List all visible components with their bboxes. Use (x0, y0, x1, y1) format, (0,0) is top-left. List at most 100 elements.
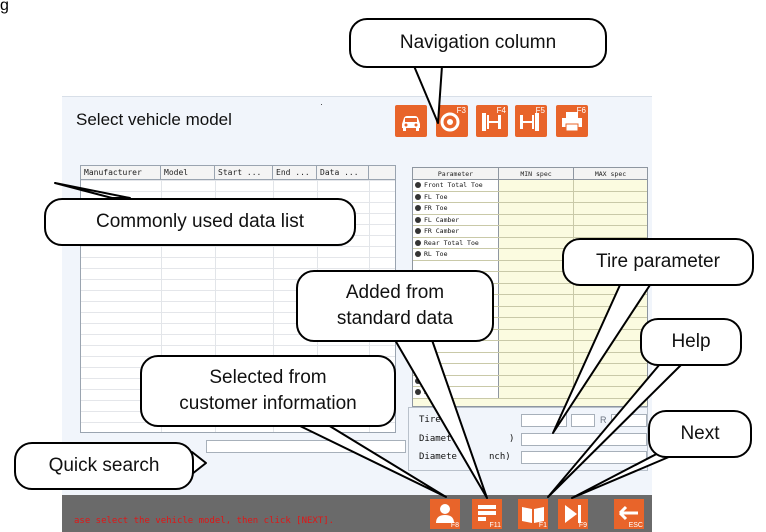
parameter-row[interactable]: Whe (413, 364, 647, 376)
next-button[interactable]: F9 (558, 499, 588, 529)
parameter-bullet-icon (415, 205, 421, 211)
max-spec-cell (574, 192, 647, 203)
max-spec-cell (574, 341, 647, 352)
callout-tire-parameter: Tire parameter (562, 238, 754, 286)
tire-label: Tire (419, 415, 441, 425)
title-dot: · (320, 99, 323, 109)
column-manufacturer[interactable]: Manufacturer (81, 166, 161, 180)
diameter-field-2[interactable] (521, 451, 647, 464)
callout-next: Next (648, 410, 752, 458)
parameter-label: Rear (424, 388, 440, 396)
top-text-fragment: g (0, 0, 9, 14)
min-spec-cell (499, 214, 574, 225)
car-icon (402, 116, 420, 131)
parameter-bullet-icon (415, 216, 421, 223)
callout-data-list: Commonly used data list (44, 198, 356, 246)
parameter-label: Ri (424, 353, 432, 362)
callout-customer-info: Selected from customer information (140, 355, 396, 427)
diameter-field-1[interactable] (521, 433, 647, 446)
parameter-name: FL Camber (413, 214, 499, 225)
parameter-name: Whe (413, 364, 499, 375)
max-spec-cell (574, 353, 647, 364)
min-spec-cell (499, 387, 574, 398)
parameter-row[interactable]: FL Camber (413, 214, 647, 226)
nav-wheel-button[interactable]: F3 (436, 105, 468, 137)
diameter-label-2: Diamete (419, 452, 457, 462)
parameter-row[interactable]: FL Toe (413, 191, 647, 203)
column-filler (369, 166, 395, 180)
min-spec-cell (499, 237, 574, 248)
parameter-row[interactable]: FR Toe (413, 203, 647, 215)
column-min-spec: MIN spec (499, 168, 574, 179)
parameter-row[interactable]: Fron (413, 375, 647, 387)
bottom-toolbar: ase select the vehicle model, then click… (62, 495, 652, 532)
parameter-name (413, 341, 499, 352)
parameter-row[interactable]: Rear (413, 387, 647, 399)
column-data[interactable]: Data ... (317, 166, 369, 180)
max-spec-cell (574, 226, 647, 237)
parameter-label: FR Toe (424, 204, 448, 212)
nav-vehicle-button[interactable] (395, 105, 427, 137)
column-end[interactable]: End ... (273, 166, 317, 180)
quick-search-input[interactable] (206, 440, 406, 453)
callout-quick-search: Quick search (14, 442, 194, 490)
nav-toe-button[interactable]: F4 (476, 105, 508, 137)
min-spec-cell (499, 283, 574, 294)
parameter-label: FL Toe (424, 192, 448, 201)
parameter-bullet-icon (415, 354, 421, 361)
nav-camber-fkey: F5 (535, 106, 545, 115)
help-button[interactable]: F1 (518, 499, 548, 529)
parameter-bullet-icon (415, 251, 421, 257)
min-spec-cell (499, 352, 574, 363)
min-spec-cell (499, 203, 574, 214)
column-parameter: Parameter (413, 168, 499, 179)
data-list-header: Manufacturer Model Start ... End ... Dat… (81, 166, 395, 180)
standard-data-fkey: F11 (489, 522, 501, 529)
min-spec-cell (499, 306, 574, 317)
min-spec-cell (499, 318, 574, 329)
parameter-row[interactable]: Ri (413, 352, 647, 364)
nav-camber-button[interactable]: F5 (515, 105, 547, 137)
parameter-name: FR Toe (413, 203, 499, 214)
parameter-bullet-icon (415, 182, 421, 188)
column-start[interactable]: Start ... (215, 166, 273, 180)
customer-fkey: F8 (450, 522, 459, 529)
max-spec-cell (574, 387, 647, 398)
parameter-name: Front Total Toe (413, 180, 499, 191)
parameter-name: FL Toe (413, 191, 499, 202)
tire-ratio-field[interactable] (571, 414, 595, 427)
parameter-label: FR Camber (424, 227, 460, 235)
tire-rim-field[interactable] (611, 414, 647, 427)
parameter-table-header: Parameter MIN spec MAX spec (413, 168, 647, 180)
parameter-bullet-icon (415, 366, 421, 372)
back-button[interactable]: ESC (614, 499, 644, 529)
callout-standard-data: Added from standard data (296, 270, 494, 342)
parameter-bullet-icon (415, 228, 421, 234)
parameter-label: Front Total Toe (424, 181, 483, 189)
callout-customer-line-2: customer information (179, 393, 357, 414)
customer-info-button[interactable]: F8 (430, 499, 460, 529)
max-spec-cell (574, 203, 647, 214)
callout-customer-line-1: Selected from (209, 367, 327, 388)
min-spec-cell (499, 329, 574, 340)
diameter-unit-2: nch) (489, 452, 511, 462)
tire-width-field[interactable] (521, 414, 567, 427)
min-spec-cell (499, 375, 574, 386)
min-spec-cell (499, 191, 574, 202)
nav-print-button[interactable]: F6 (556, 105, 588, 137)
next-fkey: F9 (578, 522, 587, 529)
parameter-name: Rear Total Toe (413, 237, 499, 248)
back-fkey: ESC (628, 522, 643, 529)
parameter-bullet-icon (415, 239, 421, 246)
parameter-row[interactable] (413, 341, 647, 353)
parameter-row[interactable]: Front Total Toe (413, 180, 647, 192)
tire-size-panel: Tire R Diamete ) Diamete nch) (408, 407, 648, 471)
parameter-row[interactable]: FR Camber (413, 226, 647, 238)
column-model[interactable]: Model (161, 166, 215, 180)
max-spec-cell (574, 307, 647, 318)
standard-data-button[interactable]: F11 (472, 499, 502, 529)
min-spec-cell (499, 341, 574, 352)
page-title: Select vehicle model (76, 110, 232, 129)
status-message: ase select the vehicle model, then click… (74, 516, 335, 526)
diameter-label-1: Diamete (419, 434, 457, 444)
